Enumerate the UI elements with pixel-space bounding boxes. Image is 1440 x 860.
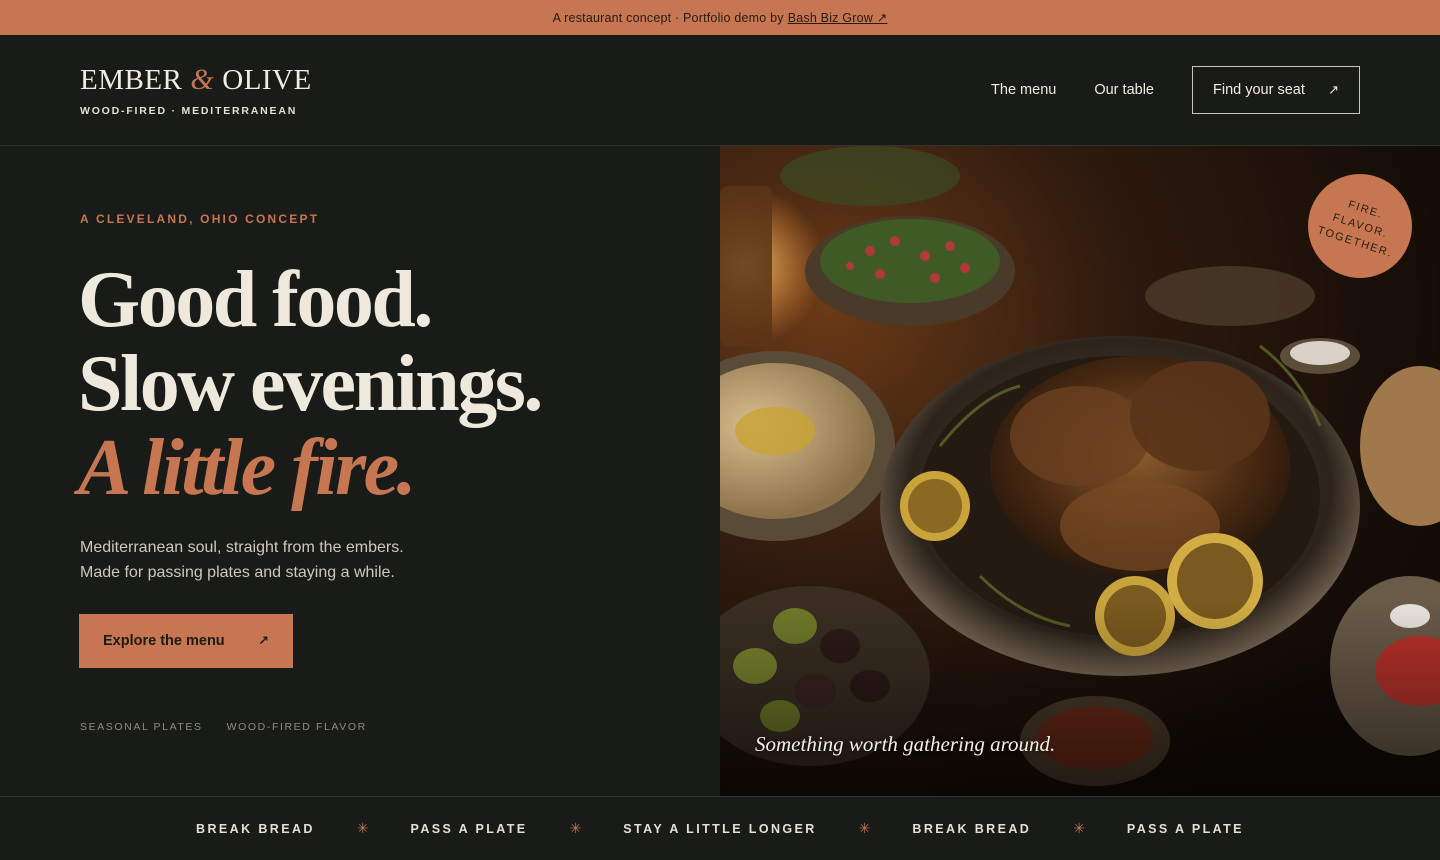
headline-line-1: Good food. — [78, 256, 433, 344]
logo-tagline: WOOD-FIRED · MEDITERRANEAN — [80, 105, 298, 117]
logo[interactable]: EMBER & OLIVE WOOD-FIRED · MEDITERRANEAN — [80, 63, 312, 117]
hero-eyebrow: A CLEVELAND, OHIO CONCEPT — [80, 212, 320, 226]
logo-ampersand: & — [190, 63, 215, 96]
tag-wood-fired-flavor: WOOD-FIRED FLAVOR — [226, 721, 367, 733]
asterisk-icon: ✳ — [1073, 820, 1085, 836]
logo-wordmark: EMBER & OLIVE — [80, 63, 312, 97]
marquee-item: PASS A PLATE — [1126, 821, 1244, 836]
lede-line-1: Mediterranean soul, straight from the em… — [80, 539, 404, 556]
asterisk-icon: ✳ — [858, 820, 871, 836]
find-your-seat-button[interactable]: Find your seat ↗ — [1192, 66, 1360, 114]
banner-text: A restaurant concept · Portfolio demo by — [552, 10, 784, 25]
lede-line-2: Made for passing plates and staying a wh… — [80, 564, 395, 581]
marquee-item: STAY A LITTLE LONGER — [623, 821, 817, 836]
hero-headline: Good food. Slow evenings. A little fire. — [78, 256, 543, 512]
photo-caption: Something worth gathering around. — [755, 732, 1056, 756]
find-your-seat-label: Find your seat — [1213, 82, 1305, 98]
marquee-item: PASS A PLATE — [410, 821, 528, 836]
badge-text: FIRE. FLAVOR. TOGETHER. — [1315, 190, 1405, 263]
hero-tags: SEASONAL PLATES WOOD-FIRED FLAVOR — [80, 721, 367, 733]
nav-link-menu[interactable]: The menu — [991, 82, 1056, 98]
banner-link[interactable]: Bash Biz Grow ↗ — [788, 10, 888, 25]
nav-link-our-table[interactable]: Our table — [1094, 82, 1154, 98]
tag-seasonal-plates: SEASONAL PLATES — [80, 721, 203, 733]
headline-line-3: A little fire. — [78, 424, 417, 512]
arrow-up-right-icon: ↗ — [258, 633, 269, 648]
asterisk-icon: ✳ — [356, 820, 369, 836]
site-header: EMBER & OLIVE WOOD-FIRED · MEDITERRANEAN… — [0, 35, 1440, 146]
headline-line-2: Slow evenings. — [78, 340, 543, 428]
logo-name-left: EMBER — [80, 64, 183, 96]
main-nav: The menu Our table Find your seat ↗ — [991, 66, 1360, 114]
marquee-item: BREAK BREAD — [912, 821, 1032, 836]
asterisk-icon: ✳ — [569, 820, 582, 836]
explore-menu-button[interactable]: Explore the menu ↗ — [79, 614, 293, 668]
top-banner: A restaurant concept · Portfolio demo by… — [0, 0, 1440, 35]
marquee-item: BREAK BREAD — [196, 821, 315, 836]
logo-name-right: OLIVE — [222, 64, 312, 96]
marquee-strip: BREAK BREAD ✳ PASS A PLATE ✳ STAY A LITT… — [0, 796, 1440, 860]
arrow-up-right-icon: ↗ — [1328, 82, 1339, 97]
hero-lede: Mediterranean soul, straight from the em… — [80, 535, 404, 585]
explore-menu-label: Explore the menu — [103, 633, 225, 649]
fire-flavor-together-badge: FIRE. FLAVOR. TOGETHER. — [1308, 174, 1412, 278]
